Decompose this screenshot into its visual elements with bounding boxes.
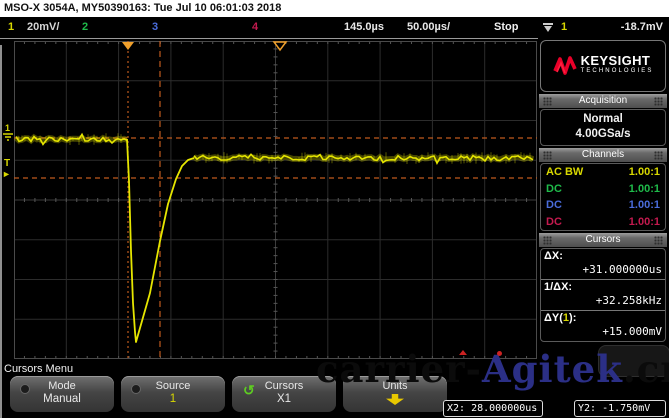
channel-row-4[interactable]: DC 1.00:1	[541, 214, 665, 231]
window-title: MSO-X 3054A, MY50390163: Tue Jul 10 06:0…	[0, 0, 669, 17]
cursor-delta-x-row: ΔX: +31.000000us	[541, 249, 665, 280]
softkey-1-value: Manual	[10, 393, 114, 405]
bottom-right-panel	[598, 345, 669, 377]
timebase-readout: 50.00µs/	[407, 17, 450, 38]
cursor-delta-y-row: ΔY(1): +15.000mV	[541, 311, 665, 341]
softkey-2-value: 1	[121, 393, 225, 405]
ground-icon	[2, 133, 14, 142]
acquisition-mode: Normal	[541, 112, 665, 127]
cursor-inv-delta-x-row: 1/ΔX: +32.258kHz	[541, 280, 665, 311]
channels-header[interactable]: Channels	[539, 148, 667, 162]
down-arrow-icon	[386, 394, 404, 405]
keysight-logo: KEYSIGHT TECHNOLOGIES	[540, 40, 666, 92]
sidebar: KEYSIGHT TECHNOLOGIES Acquisition Normal…	[539, 38, 667, 362]
trigger-level-readout: -18.7mV	[590, 17, 663, 38]
channel-4-badge[interactable]: 4	[252, 17, 258, 38]
channel-row-3[interactable]: DC 1.00:1	[541, 197, 665, 214]
softkey-menu: Cursors Menu Mode Manual Source 1 ↺ Curs…	[0, 362, 669, 418]
softkey-mode[interactable]: Mode Manual	[10, 376, 114, 412]
channel-row-1[interactable]: AC BW 1.00:1	[541, 164, 665, 181]
brand-tagline: TECHNOLOGIES	[581, 66, 654, 77]
softkey-4-label: Units	[343, 380, 447, 392]
sample-rate: 4.00GSa/s	[541, 127, 665, 142]
keysight-spark-icon	[553, 55, 577, 77]
cursors-panel: ΔX: +31.000000us 1/ΔX: +32.258kHz ΔY(1):…	[540, 248, 666, 342]
delta-x-value: +31.000000us	[544, 263, 662, 277]
radio-icon	[20, 384, 30, 394]
radio-icon	[131, 384, 141, 394]
trigger-level-arrow-icon: ►	[2, 169, 11, 179]
softkey-units[interactable]: Units	[343, 376, 447, 412]
channel-2-badge[interactable]: 2	[82, 17, 88, 38]
channel-1-badge[interactable]: 1	[8, 17, 14, 38]
rotate-arrow-icon: ↺	[243, 382, 255, 399]
waveform-display	[0, 38, 538, 362]
oscilloscope-screen: MSO-X 3054A, MY50390163: Tue Jul 10 06:0…	[0, 0, 669, 418]
trigger-source: 1	[561, 17, 567, 38]
acquisition-header[interactable]: Acquisition	[539, 94, 667, 108]
channel-1-ground-marker[interactable]: 1	[1, 124, 14, 144]
channel-row-2[interactable]: DC 1.00:1	[541, 181, 665, 198]
softkey-source[interactable]: Source 1	[121, 376, 225, 412]
channel-3-badge[interactable]: 3	[152, 17, 158, 38]
y2-readout: Y2: -1.750mV	[574, 400, 666, 417]
menu-title: Cursors Menu	[4, 363, 73, 375]
channels-panel: AC BW 1.00:1 DC 1.00:1 DC 1.00:1 DC 1.00…	[540, 163, 666, 231]
channel-1-scale[interactable]: 20mV/	[27, 17, 59, 38]
x2-readout: X2: 28.000000us	[443, 400, 543, 417]
trigger-level-marker[interactable]: T	[4, 158, 10, 169]
softkey-cursors[interactable]: ↺ Cursors X1	[232, 376, 336, 412]
trigger-edge-icon	[543, 23, 553, 35]
cursors-header[interactable]: Cursors	[539, 233, 667, 247]
delay-readout: 145.0µs	[344, 17, 384, 38]
brand-name: KEYSIGHT	[581, 55, 654, 66]
graticule	[14, 41, 537, 359]
acquisition-panel: Normal 4.00GSa/s	[540, 109, 666, 146]
delta-y-value: +15.000mV	[544, 325, 662, 339]
inv-delta-x-value: +32.258kHz	[544, 294, 662, 308]
screen-left-edge	[0, 45, 2, 418]
run-state: Stop	[494, 17, 518, 38]
status-bar: 1 20mV/ 2 3 4 145.0µs 50.00µs/ Stop 1 -1…	[0, 17, 669, 38]
